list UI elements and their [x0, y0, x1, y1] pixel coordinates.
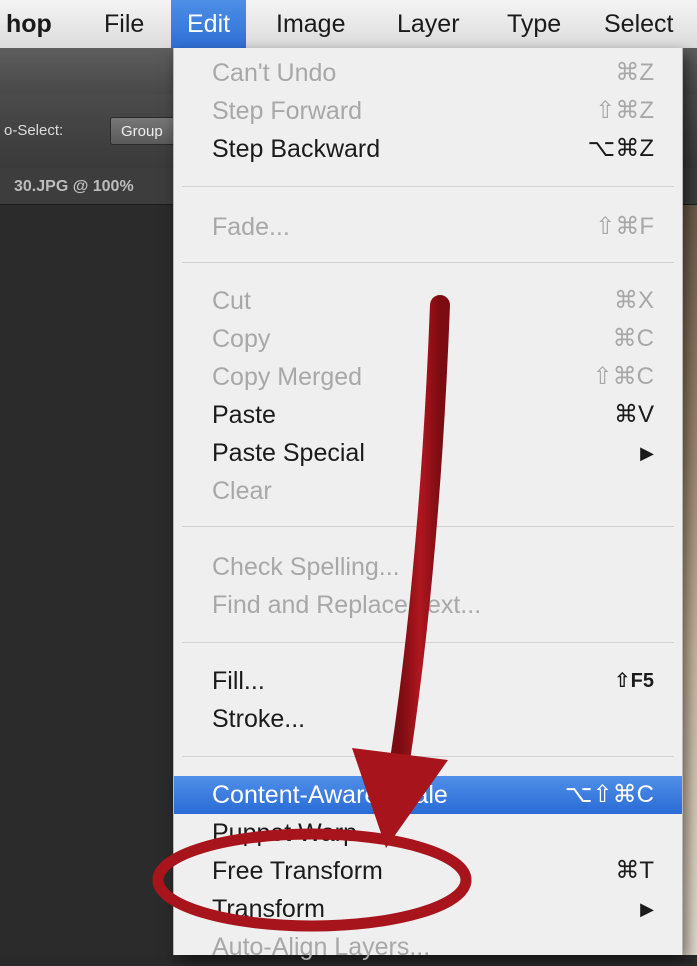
menu-item-label: Fill...	[212, 667, 265, 695]
menubar-edit[interactable]: Edit	[171, 0, 247, 48]
menu-item-content-aware-scale[interactable]: Content-Aware Scale ⌥⇧⌘C	[174, 776, 682, 814]
menu-item-label: Fade...	[212, 213, 290, 241]
menu-item-shortcut: ⌥⇧⌘C	[564, 781, 654, 808]
menu-item-find-replace-text[interactable]: Find and Replace Text...	[174, 586, 682, 624]
auto-select-label: o-Select:	[4, 122, 64, 139]
menu-item-label: Puppet Warp	[212, 819, 357, 847]
menu-item-label: Check Spelling...	[212, 553, 400, 581]
menu-item-shortcut: ⌥⌘Z	[587, 135, 654, 162]
document-tab[interactable]: 30.JPG @ 100%	[14, 178, 134, 196]
menu-item-clear[interactable]: Clear	[174, 472, 682, 510]
menu-item-fade[interactable]: Fade... ⇧⌘F	[174, 208, 682, 246]
menu-item-shortcut: ⇧⌘F	[595, 213, 654, 240]
menu-item-shortcut: ⌘C	[612, 325, 654, 352]
menu-item-puppet-warp[interactable]: Puppet Warp	[174, 814, 682, 852]
menu-item-label: Content-Aware Scale	[212, 781, 448, 809]
edit-menu: Can't Undo ⌘Z Step Forward ⇧⌘Z Step Back…	[173, 48, 683, 961]
menu-item-step-backward[interactable]: Step Backward ⌥⌘Z	[174, 130, 682, 168]
menu-item-shortcut: ⌘T	[615, 857, 654, 884]
menu-item-copy-merged[interactable]: Copy Merged ⇧⌘C	[174, 358, 682, 396]
menu-item-shortcut: ⌘V	[613, 401, 654, 428]
menu-separator	[182, 642, 674, 643]
menubar-app-photoshop[interactable]: hop	[6, 0, 52, 48]
menubar-type[interactable]: Type	[507, 0, 561, 48]
menu-separator	[182, 756, 674, 757]
menu-item-paste-special[interactable]: Paste Special ▶	[174, 434, 682, 472]
menu-item-label: Paste	[212, 401, 276, 429]
submenu-arrow-icon: ▶	[640, 443, 654, 463]
menu-separator	[182, 262, 674, 263]
menubar-file[interactable]: File	[104, 0, 144, 48]
menu-bar: hop File Edit Image Layer Type Select	[0, 0, 697, 49]
menu-item-shortcut: ⌘Z	[615, 59, 654, 86]
menu-separator	[182, 186, 674, 187]
menu-item-shortcut: ⇧⌘Z	[595, 97, 654, 124]
menu-item-cut[interactable]: Cut ⌘X	[174, 282, 682, 320]
menu-item-label: Transform	[212, 895, 325, 923]
menu-separator	[182, 526, 674, 527]
menu-item-check-spelling[interactable]: Check Spelling...	[174, 548, 682, 586]
menu-item-free-transform[interactable]: Free Transform ⌘T	[174, 852, 682, 890]
menu-item-fill[interactable]: Fill... ⇧F5	[174, 662, 682, 700]
menu-item-transform[interactable]: Transform ▶	[174, 890, 682, 928]
menu-item-shortcut: ⌘X	[613, 287, 654, 314]
menu-item-shortcut: ⇧F5	[613, 670, 654, 692]
menubar-select[interactable]: Select	[604, 0, 673, 48]
menu-item-auto-align-layers[interactable]: Auto-Align Layers...	[174, 928, 682, 966]
menu-item-label: Copy Merged	[212, 363, 363, 391]
menu-item-label: Stroke...	[212, 705, 306, 733]
menu-item-label: Can't Undo	[212, 59, 337, 87]
menu-item-label: Free Transform	[212, 857, 383, 885]
menu-item-cant-undo[interactable]: Can't Undo ⌘Z	[174, 54, 682, 92]
menu-item-label: Clear	[212, 477, 272, 505]
menu-item-label: Step Forward	[212, 97, 363, 125]
menu-item-step-forward[interactable]: Step Forward ⇧⌘Z	[174, 92, 682, 130]
menu-item-paste[interactable]: Paste ⌘V	[174, 396, 682, 434]
menu-item-label: Cut	[212, 287, 251, 315]
menu-item-label: Find and Replace Text...	[212, 591, 482, 619]
menu-item-shortcut: ⇧⌘C	[592, 363, 654, 390]
submenu-arrow-icon: ▶	[640, 899, 654, 919]
menubar-image[interactable]: Image	[276, 0, 345, 48]
menu-item-label: Auto-Align Layers...	[212, 933, 431, 961]
menu-item-copy[interactable]: Copy ⌘C	[174, 320, 682, 358]
menu-item-label: Step Backward	[212, 135, 381, 163]
menubar-layer[interactable]: Layer	[397, 0, 460, 48]
menu-item-stroke[interactable]: Stroke...	[174, 700, 682, 738]
menu-item-label: Paste Special	[212, 439, 365, 467]
menu-item-label: Copy	[212, 325, 271, 353]
